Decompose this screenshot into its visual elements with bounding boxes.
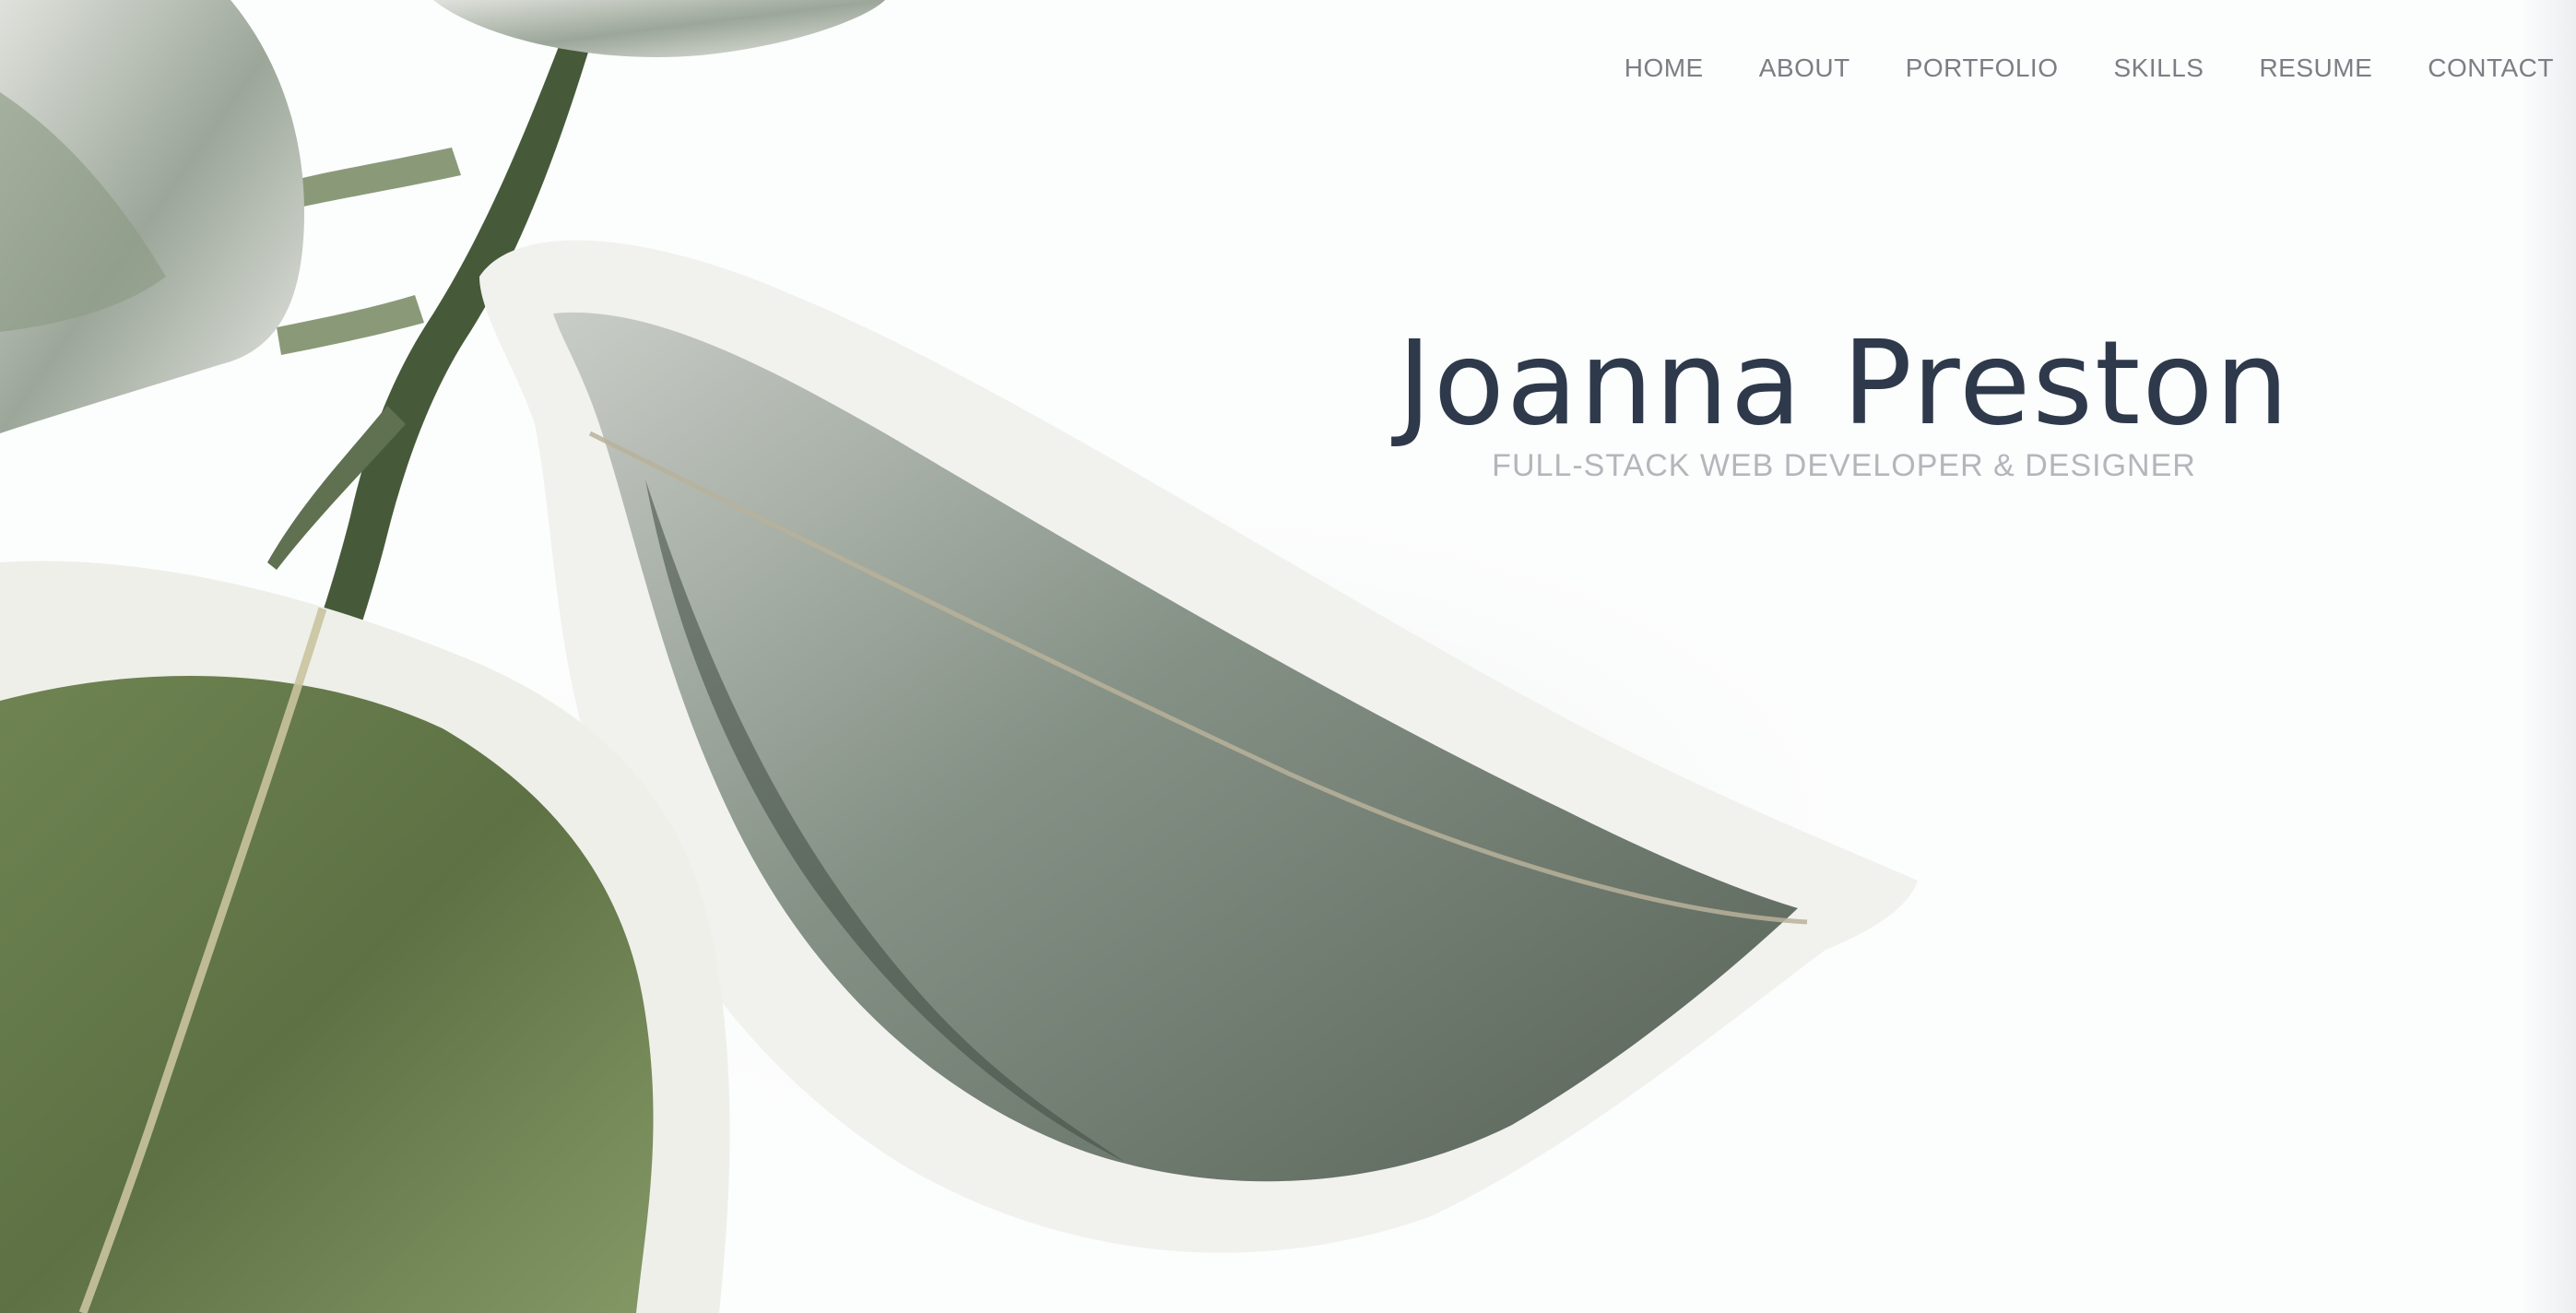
page: HOME ABOUT PORTFOLIO SKILLS RESUME CONTA…	[0, 0, 2576, 1313]
nav-skills[interactable]: SKILLS	[2114, 53, 2204, 83]
top-navigation: HOME ABOUT PORTFOLIO SKILLS RESUME CONTA…	[1625, 53, 2554, 83]
nav-contact[interactable]: CONTACT	[2428, 53, 2554, 83]
hero-name: Joanna Preston	[1397, 315, 2291, 451]
hero-section: Joanna Preston FULL-STACK WEB DEVELOPER …	[1199, 315, 2489, 484]
side-stem	[277, 295, 424, 355]
nav-about[interactable]: ABOUT	[1759, 53, 1850, 83]
side-stem	[295, 148, 461, 207]
nav-portfolio[interactable]: PORTFOLIO	[1906, 53, 2059, 83]
hero-subtitle: FULL-STACK WEB DEVELOPER & DESIGNER	[1492, 448, 2196, 484]
right-edge-fade	[2521, 0, 2576, 1313]
nav-home[interactable]: HOME	[1625, 53, 1704, 83]
nav-resume[interactable]: RESUME	[2259, 53, 2372, 83]
leaf-background-image	[0, 0, 1982, 1313]
top-leaf	[433, 0, 885, 57]
